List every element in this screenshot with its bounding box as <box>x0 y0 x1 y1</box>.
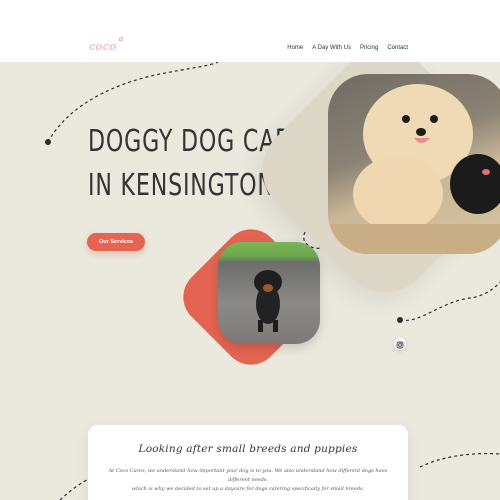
card-title: Looking after small breeds and puppies <box>138 443 358 455</box>
nav-contact[interactable]: Contact <box>387 45 408 51</box>
logo[interactable]: coco ✿ <box>89 36 123 53</box>
dachshund-photo <box>218 242 320 344</box>
nav-pricing[interactable]: Pricing <box>360 45 378 51</box>
our-services-button[interactable]: Our Services <box>87 233 145 251</box>
logo-flower-icon: ✿ <box>118 36 124 43</box>
pomeranian-illustration <box>328 84 500 254</box>
intro-card: Looking after small breeds and puppies A… <box>88 425 408 500</box>
dachshund-illustration <box>254 270 282 332</box>
main-nav: Home A Day With Us Pricing Contact <box>278 45 408 51</box>
card-body-line2: which is why we decided to set up a dayc… <box>131 486 365 492</box>
nav-home[interactable]: Home <box>287 45 303 51</box>
instagram-icon <box>396 341 404 349</box>
logo-text: coco <box>89 40 117 53</box>
hero-section: DOGGY DOG CARE IN KENSINGTON Our Service… <box>0 62 500 500</box>
card-body-line1: At Coco Cares, we understand how importa… <box>108 468 388 483</box>
instagram-link[interactable] <box>394 338 406 350</box>
nav-a-day-with-us[interactable]: A Day With Us <box>312 45 351 51</box>
card-body: At Coco Cares, we understand how importa… <box>100 467 396 494</box>
site-header: coco ✿ Home A Day With Us Pricing Contac… <box>0 0 500 62</box>
pomeranian-photo <box>328 74 500 254</box>
